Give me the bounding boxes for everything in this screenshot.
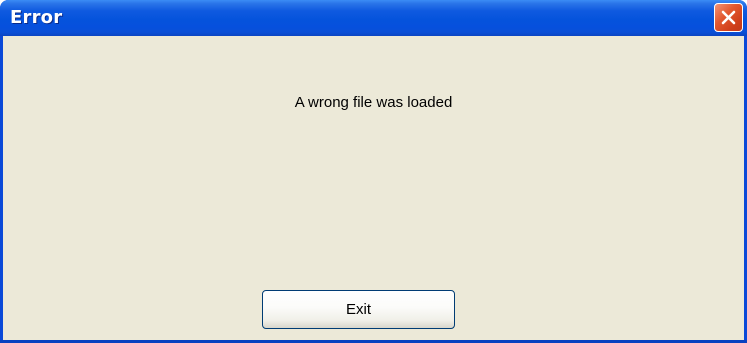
close-icon xyxy=(721,10,736,25)
dialog-body: A wrong file was loaded Exit xyxy=(3,36,744,340)
error-message: A wrong file was loaded xyxy=(294,94,453,111)
close-button[interactable] xyxy=(714,3,743,32)
error-dialog-window: Error A wrong file was loaded Exit xyxy=(0,0,747,343)
exit-button[interactable]: Exit xyxy=(262,290,455,329)
title-bar[interactable]: Error xyxy=(0,0,747,36)
window-title: Error xyxy=(10,7,63,28)
